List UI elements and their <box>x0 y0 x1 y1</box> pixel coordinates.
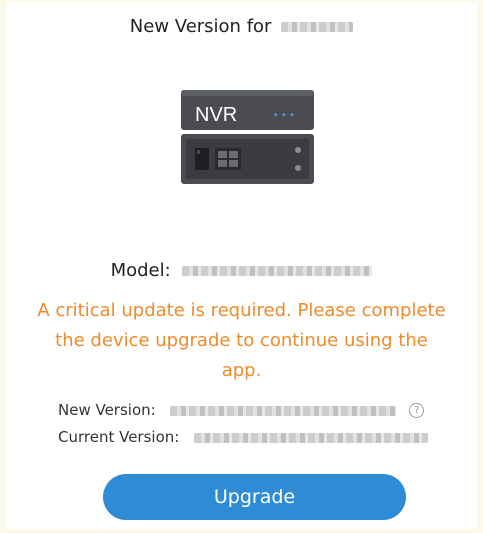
nvr-device-image: NVR • • • <box>181 90 314 184</box>
critical-update-warning: A critical update is required. Please co… <box>37 300 446 381</box>
upgrade-button[interactable]: Upgrade <box>103 474 406 520</box>
device-name-redacted <box>281 22 354 32</box>
page-title: New Version for <box>6 16 477 37</box>
current-version-value-redacted <box>194 432 429 443</box>
nvr-label: NVR <box>195 104 237 126</box>
upgrade-dialog: New Version for NVR • • • Model: A criti… <box>0 0 483 533</box>
status-dots: • • • <box>273 111 295 121</box>
help-icon[interactable]: ? <box>409 403 425 418</box>
current-version-label: Current Version: <box>58 428 180 446</box>
model-label: Model: <box>110 260 171 281</box>
new-version-label: New Version: <box>58 401 156 419</box>
title-prefix: New Version for <box>129 16 272 37</box>
model-value-redacted <box>182 266 373 276</box>
new-version-row: New Version: ? <box>58 401 425 419</box>
new-version-value-redacted <box>170 405 397 416</box>
current-version-row: Current Version: <box>58 428 429 446</box>
model-row: Model: <box>6 260 477 281</box>
